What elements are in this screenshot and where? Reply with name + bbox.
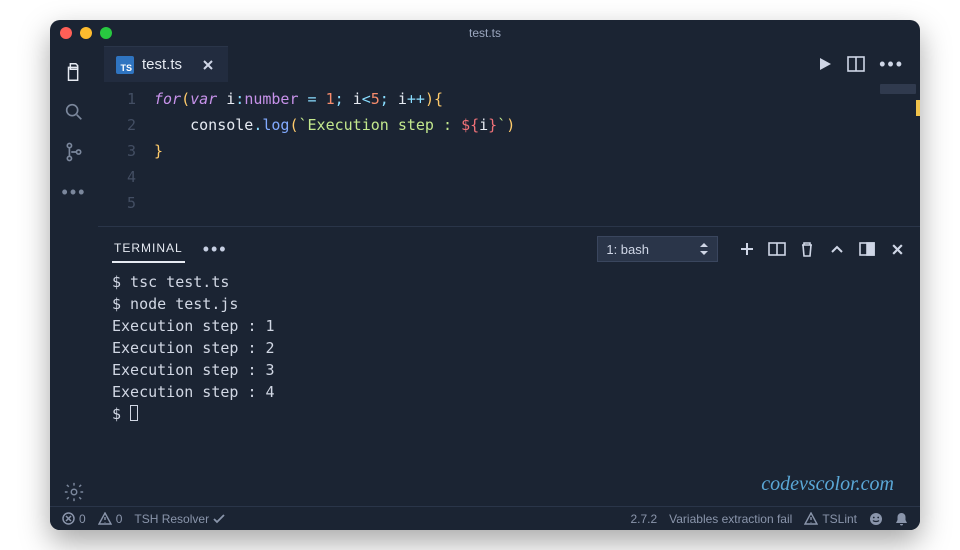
- titlebar: test.ts: [50, 20, 920, 46]
- tab-test-ts[interactable]: TS test.ts: [104, 46, 228, 82]
- code-editor[interactable]: 1for(var i:number = 1; i<5; i++){2 conso…: [98, 82, 920, 226]
- bottom-panel: TERMINAL ••• 1: bash $ tsc: [98, 226, 920, 506]
- line-number: 2: [98, 112, 154, 138]
- status-errors[interactable]: 0: [62, 512, 86, 526]
- line-number: 3: [98, 138, 154, 164]
- updown-icon: [699, 243, 709, 255]
- minimap[interactable]: [880, 84, 916, 94]
- error-icon: [62, 512, 75, 525]
- terminal-cursor: [130, 405, 138, 421]
- terminal-output[interactable]: $ tsc test.ts $ node test.js Execution s…: [98, 263, 920, 506]
- status-linter[interactable]: TSLint: [804, 512, 857, 526]
- editor-more-icon[interactable]: •••: [879, 54, 904, 75]
- status-bar: 0 0 TSH Resolver 2.7.2 Variables extract…: [50, 506, 920, 530]
- status-warnings[interactable]: 0: [98, 512, 123, 526]
- warning-icon: [804, 512, 818, 525]
- tab-bar: TS test.ts •••: [98, 46, 920, 82]
- code-line[interactable]: }: [154, 138, 163, 164]
- search-icon[interactable]: [60, 98, 88, 126]
- status-version[interactable]: 2.7.2: [630, 512, 657, 526]
- tab-close-icon[interactable]: [200, 57, 216, 73]
- code-line[interactable]: for(var i:number = 1; i<5; i++){: [154, 86, 443, 112]
- new-terminal-icon[interactable]: [738, 240, 756, 258]
- line-number: 1: [98, 86, 154, 112]
- split-editor-icon[interactable]: [847, 56, 865, 72]
- warning-icon: [98, 512, 112, 525]
- more-icon[interactable]: •••: [60, 178, 88, 206]
- tab-label: test.ts: [142, 56, 182, 73]
- status-resolver[interactable]: TSH Resolver: [134, 512, 225, 526]
- kill-terminal-icon[interactable]: [798, 240, 816, 258]
- activity-bar: •••: [50, 46, 98, 506]
- panel-tab-terminal[interactable]: TERMINAL: [112, 235, 185, 263]
- run-icon[interactable]: [817, 56, 833, 72]
- settings-icon[interactable]: [60, 478, 88, 506]
- overview-ruler-marker: [916, 100, 920, 116]
- toggle-panel-icon[interactable]: [858, 240, 876, 258]
- split-terminal-icon[interactable]: [768, 240, 786, 258]
- line-number: 5: [98, 190, 154, 216]
- status-bell-icon[interactable]: [895, 512, 908, 526]
- code-line[interactable]: console.log(`Execution step : ${i}`): [154, 112, 515, 138]
- terminal-shell-selector[interactable]: 1: bash: [597, 236, 718, 262]
- explorer-icon[interactable]: [60, 58, 88, 86]
- source-control-icon[interactable]: [60, 138, 88, 166]
- check-icon: [213, 514, 225, 524]
- window-title: test.ts: [50, 26, 920, 40]
- status-feedback-icon[interactable]: [869, 512, 883, 526]
- close-panel-icon[interactable]: [888, 240, 906, 258]
- terminal-shell-label: 1: bash: [606, 242, 649, 257]
- line-number: 4: [98, 164, 154, 190]
- typescript-icon: TS: [116, 56, 134, 74]
- maximize-panel-icon[interactable]: [828, 240, 846, 258]
- status-message[interactable]: Variables extraction fail: [669, 512, 792, 526]
- watermark: codevscolor.com: [761, 473, 894, 496]
- panel-more-icon[interactable]: •••: [195, 239, 236, 260]
